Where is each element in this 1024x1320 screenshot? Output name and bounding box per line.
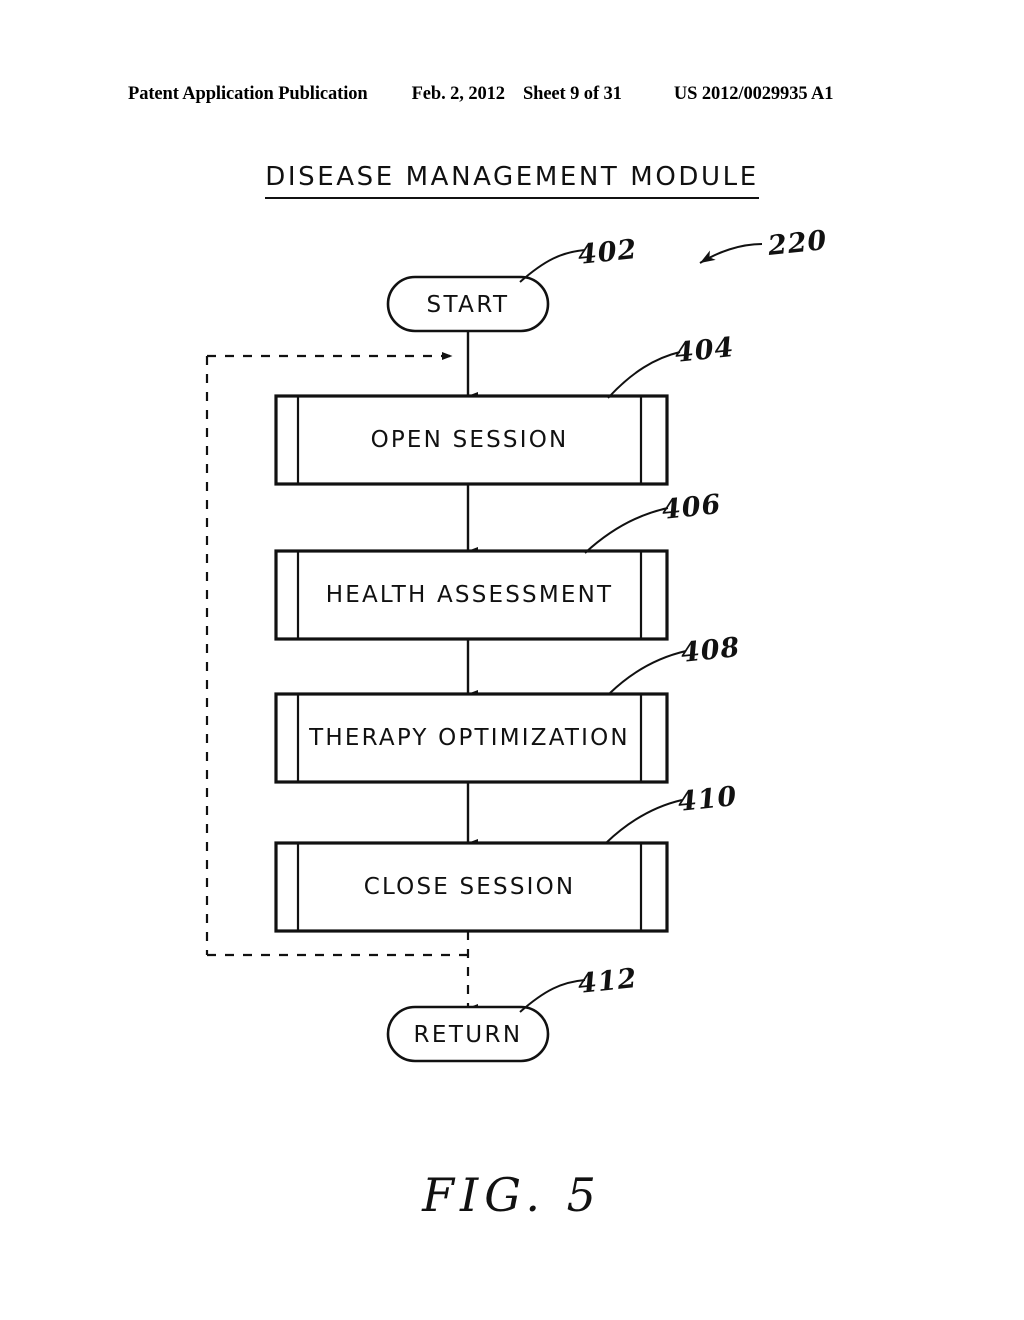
node-open-session-label: OPEN SESSION: [370, 427, 569, 453]
flowchart-drawing: [0, 0, 1024, 1320]
reference-leader-220: [699, 243, 763, 264]
node-close-session-label: CLOSE SESSION: [363, 874, 576, 900]
reference-numeral-412: 412: [576, 962, 639, 1001]
reference-leader-406: [584, 507, 669, 554]
reference-leader-404: [607, 351, 681, 399]
reference-numeral-406: 406: [660, 488, 723, 527]
node-therapy-optimization-label: THERAPY OPTIMIZATION: [309, 725, 630, 751]
reference-leader-410: [605, 799, 683, 844]
reference-numeral-408: 408: [679, 631, 742, 670]
reference-numeral-402: 402: [576, 233, 639, 272]
reference-numeral-410: 410: [676, 780, 739, 819]
node-health-assessment-label: HEALTH ASSESSMENT: [325, 582, 614, 608]
node-start-label: START: [426, 292, 510, 318]
reference-numeral-404: 404: [673, 331, 736, 370]
reference-numeral-220: 220: [766, 224, 829, 263]
reference-leader-408: [609, 650, 687, 694]
node-return-label: RETURN: [413, 1022, 523, 1048]
figure-caption: FIG. 5: [422, 1168, 602, 1222]
